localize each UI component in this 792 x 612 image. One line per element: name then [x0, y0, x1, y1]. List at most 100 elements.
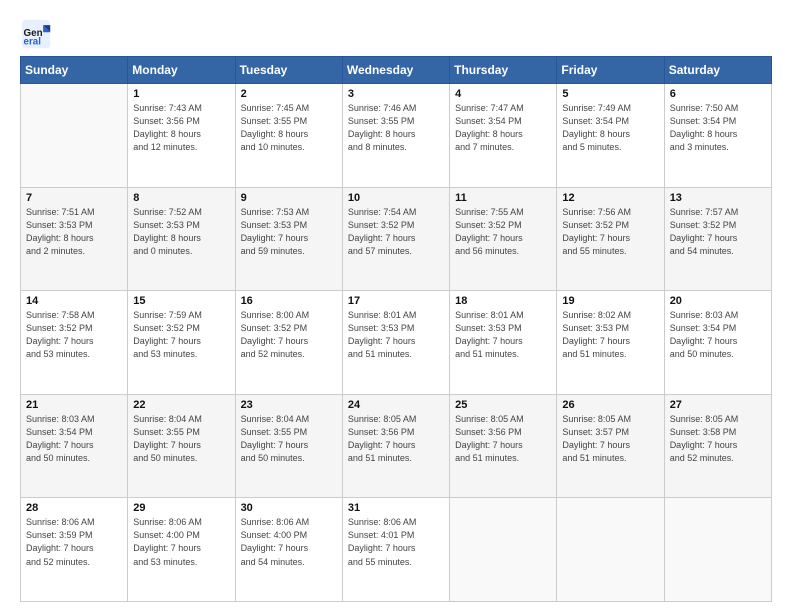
day-info: Sunrise: 8:06 AM Sunset: 3:59 PM Dayligh…	[26, 516, 122, 568]
col-header-thursday: Thursday	[450, 57, 557, 84]
day-number: 23	[241, 399, 337, 411]
day-number: 16	[241, 295, 337, 307]
day-info: Sunrise: 7:59 AM Sunset: 3:52 PM Dayligh…	[133, 309, 229, 361]
calendar-cell	[664, 498, 771, 602]
day-info: Sunrise: 7:55 AM Sunset: 3:52 PM Dayligh…	[455, 206, 551, 258]
day-number: 19	[562, 295, 658, 307]
day-info: Sunrise: 8:03 AM Sunset: 3:54 PM Dayligh…	[26, 413, 122, 465]
header: Gen eral	[20, 18, 772, 50]
day-number: 10	[348, 192, 444, 204]
day-info: Sunrise: 8:05 AM Sunset: 3:58 PM Dayligh…	[670, 413, 766, 465]
calendar-cell: 9 Sunrise: 7:53 AM Sunset: 3:53 PM Daylig…	[235, 187, 342, 291]
calendar-cell: 20Sunrise: 8:03 AM Sunset: 3:54 PM Dayli…	[664, 291, 771, 395]
day-info: Sunrise: 8:03 AM Sunset: 3:54 PM Dayligh…	[670, 309, 766, 361]
logo-icon: Gen eral	[20, 18, 52, 50]
day-number: 11	[455, 192, 551, 204]
day-number: 15	[133, 295, 229, 307]
col-header-saturday: Saturday	[664, 57, 771, 84]
day-info: Sunrise: 7:57 AM Sunset: 3:52 PM Dayligh…	[670, 206, 766, 258]
calendar-cell: 12 Sunrise: 7:56 AM Sunset: 3:52 PM Dayli…	[557, 187, 664, 291]
day-info: Sunrise: 7:46 AM Sunset: 3:55 PM Dayligh…	[348, 102, 444, 154]
day-number: 7	[26, 192, 122, 204]
day-info: Sunrise: 7:50 AM Sunset: 3:54 PM Dayligh…	[670, 102, 766, 154]
calendar-cell: 7 Sunrise: 7:51 AM Sunset: 3:53 PM Daylig…	[21, 187, 128, 291]
calendar-cell: 27 Sunrise: 8:05 AM Sunset: 3:58 PM Dayli…	[664, 394, 771, 498]
day-number: 18	[455, 295, 551, 307]
calendar-cell: 25Sunrise: 8:05 AM Sunset: 3:56 PM Dayli…	[450, 394, 557, 498]
day-number: 3	[348, 88, 444, 100]
calendar-cell: 19 Sunrise: 8:02 AM Sunset: 3:53 PM Dayli…	[557, 291, 664, 395]
col-header-wednesday: Wednesday	[342, 57, 449, 84]
day-info: Sunrise: 7:53 AM Sunset: 3:53 PM Dayligh…	[241, 206, 337, 258]
day-number: 8	[133, 192, 229, 204]
col-header-sunday: Sunday	[21, 57, 128, 84]
calendar-cell: 22 Sunrise: 8:04 AM Sunset: 3:55 PM Dayli…	[128, 394, 235, 498]
day-info: Sunrise: 7:51 AM Sunset: 3:53 PM Dayligh…	[26, 206, 122, 258]
calendar: SundayMondayTuesdayWednesdayThursdayFrid…	[20, 56, 772, 602]
calendar-cell	[557, 498, 664, 602]
calendar-cell: 15 Sunrise: 7:59 AM Sunset: 3:52 PM Dayli…	[128, 291, 235, 395]
day-info: Sunrise: 8:00 AM Sunset: 3:52 PM Dayligh…	[241, 309, 337, 361]
calendar-cell: 4 Sunrise: 7:47 AM Sunset: 3:54 PM Daylig…	[450, 84, 557, 188]
day-info: Sunrise: 7:47 AM Sunset: 3:54 PM Dayligh…	[455, 102, 551, 154]
col-header-monday: Monday	[128, 57, 235, 84]
calendar-cell: 26Sunrise: 8:05 AM Sunset: 3:57 PM Dayli…	[557, 394, 664, 498]
calendar-cell: 24Sunrise: 8:05 AM Sunset: 3:56 PM Dayli…	[342, 394, 449, 498]
day-number: 13	[670, 192, 766, 204]
calendar-cell	[450, 498, 557, 602]
day-info: Sunrise: 7:56 AM Sunset: 3:52 PM Dayligh…	[562, 206, 658, 258]
week-row-2: 7 Sunrise: 7:51 AM Sunset: 3:53 PM Daylig…	[21, 187, 772, 291]
calendar-cell: 8 Sunrise: 7:52 AM Sunset: 3:53 PM Daylig…	[128, 187, 235, 291]
day-info: Sunrise: 8:05 AM Sunset: 3:57 PM Dayligh…	[562, 413, 658, 465]
day-number: 12	[562, 192, 658, 204]
day-info: Sunrise: 8:01 AM Sunset: 3:53 PM Dayligh…	[455, 309, 551, 361]
calendar-cell: 16 Sunrise: 8:00 AM Sunset: 3:52 PM Dayli…	[235, 291, 342, 395]
day-number: 25	[455, 399, 551, 411]
day-info: Sunrise: 8:02 AM Sunset: 3:53 PM Dayligh…	[562, 309, 658, 361]
day-number: 30	[241, 502, 337, 514]
calendar-cell: 14Sunrise: 7:58 AM Sunset: 3:52 PM Dayli…	[21, 291, 128, 395]
calendar-cell: 1Sunrise: 7:43 AM Sunset: 3:56 PM Daylig…	[128, 84, 235, 188]
col-header-tuesday: Tuesday	[235, 57, 342, 84]
calendar-cell: 31 Sunrise: 8:06 AM Sunset: 4:01 PM Dayli…	[342, 498, 449, 602]
day-number: 21	[26, 399, 122, 411]
calendar-cell: 5 Sunrise: 7:49 AM Sunset: 3:54 PM Daylig…	[557, 84, 664, 188]
day-number: 5	[562, 88, 658, 100]
day-number: 14	[26, 295, 122, 307]
calendar-cell: 6 Sunrise: 7:50 AM Sunset: 3:54 PM Daylig…	[664, 84, 771, 188]
week-row-4: 21 Sunrise: 8:03 AM Sunset: 3:54 PM Dayli…	[21, 394, 772, 498]
day-number: 6	[670, 88, 766, 100]
page: Gen eral SundayMondayTuesdayWednesdayThu…	[0, 0, 792, 612]
day-info: Sunrise: 7:54 AM Sunset: 3:52 PM Dayligh…	[348, 206, 444, 258]
day-number: 31	[348, 502, 444, 514]
day-info: Sunrise: 8:01 AM Sunset: 3:53 PM Dayligh…	[348, 309, 444, 361]
day-info: Sunrise: 8:04 AM Sunset: 3:55 PM Dayligh…	[241, 413, 337, 465]
day-number: 9	[241, 192, 337, 204]
day-number: 28	[26, 502, 122, 514]
calendar-cell: 28 Sunrise: 8:06 AM Sunset: 3:59 PM Dayli…	[21, 498, 128, 602]
week-row-5: 28 Sunrise: 8:06 AM Sunset: 3:59 PM Dayli…	[21, 498, 772, 602]
day-info: Sunrise: 8:06 AM Sunset: 4:01 PM Dayligh…	[348, 516, 444, 568]
svg-text:eral: eral	[24, 37, 42, 48]
calendar-cell: 29Sunrise: 8:06 AM Sunset: 4:00 PM Dayli…	[128, 498, 235, 602]
header-row: SundayMondayTuesdayWednesdayThursdayFrid…	[21, 57, 772, 84]
day-number: 2	[241, 88, 337, 100]
day-info: Sunrise: 7:49 AM Sunset: 3:54 PM Dayligh…	[562, 102, 658, 154]
day-info: Sunrise: 8:06 AM Sunset: 4:00 PM Dayligh…	[133, 516, 229, 568]
day-info: Sunrise: 8:04 AM Sunset: 3:55 PM Dayligh…	[133, 413, 229, 465]
day-number: 22	[133, 399, 229, 411]
calendar-cell: 23 Sunrise: 8:04 AM Sunset: 3:55 PM Dayli…	[235, 394, 342, 498]
day-number: 4	[455, 88, 551, 100]
day-number: 1	[133, 88, 229, 100]
calendar-cell: 21 Sunrise: 8:03 AM Sunset: 3:54 PM Dayli…	[21, 394, 128, 498]
day-info: Sunrise: 7:52 AM Sunset: 3:53 PM Dayligh…	[133, 206, 229, 258]
week-row-3: 14Sunrise: 7:58 AM Sunset: 3:52 PM Dayli…	[21, 291, 772, 395]
calendar-cell: 3 Sunrise: 7:46 AM Sunset: 3:55 PM Daylig…	[342, 84, 449, 188]
day-number: 27	[670, 399, 766, 411]
calendar-cell: 30Sunrise: 8:06 AM Sunset: 4:00 PM Dayli…	[235, 498, 342, 602]
day-number: 17	[348, 295, 444, 307]
calendar-cell	[21, 84, 128, 188]
day-number: 24	[348, 399, 444, 411]
calendar-cell: 2 Sunrise: 7:45 AM Sunset: 3:55 PM Daylig…	[235, 84, 342, 188]
day-info: Sunrise: 7:45 AM Sunset: 3:55 PM Dayligh…	[241, 102, 337, 154]
